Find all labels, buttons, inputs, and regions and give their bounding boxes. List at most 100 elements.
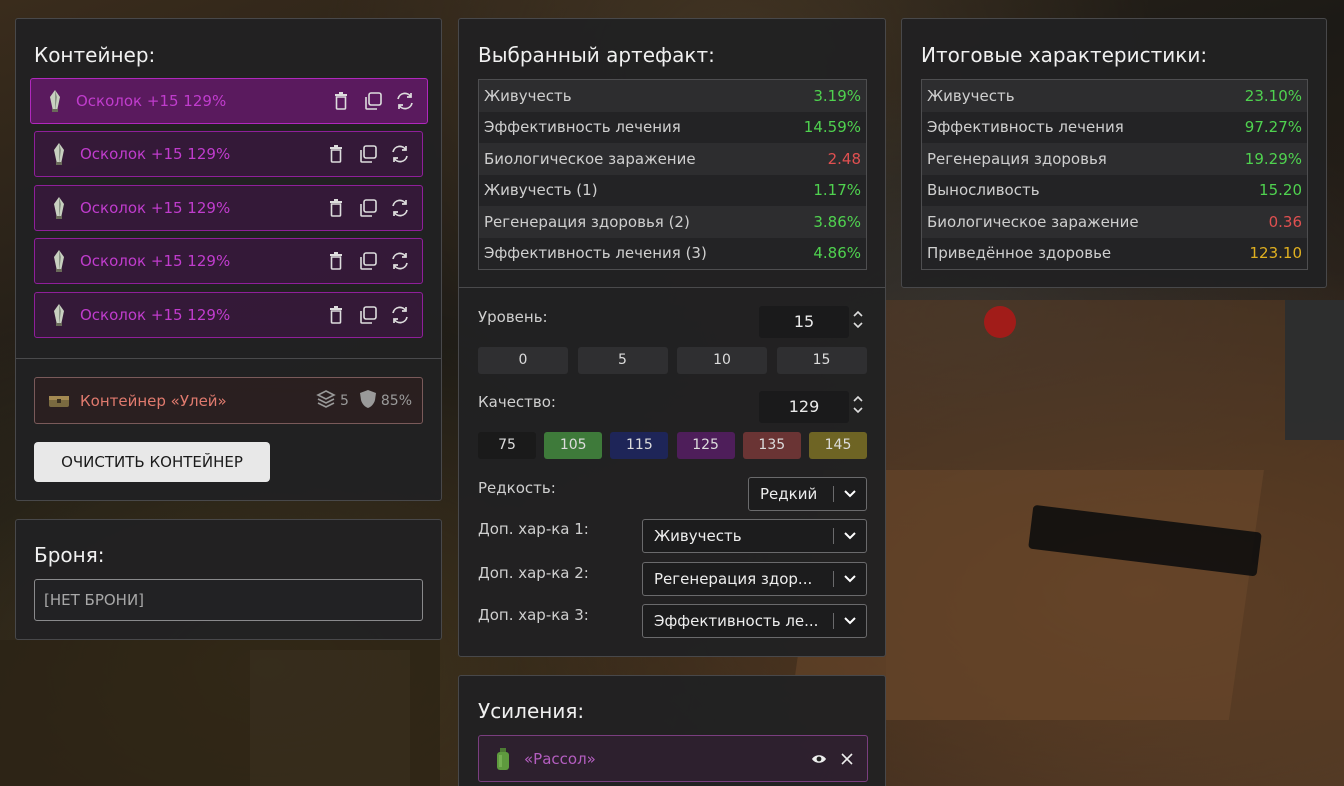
stat-value: 3.86% [779,206,866,238]
copy-icon[interactable] [361,89,385,113]
extra2-select[interactable]: Регенерация здор... [642,562,867,596]
stat-row: Живучесть 23.10% [922,80,1307,112]
shard-icon [48,249,70,273]
sync-icon[interactable] [388,196,412,220]
quality-preset-button[interactable]: 105 [544,432,603,459]
bottle-icon [492,747,514,771]
rarity-label: Редкость: [478,479,556,497]
extra1-label: Доп. хар-ка 1: [478,520,589,538]
shard-item[interactable]: Осколок +15 129% [34,238,423,285]
stat-row: Регенерация здоровья 19.29% [922,143,1307,175]
armor-title: Броня: [34,543,105,567]
shard-icon [44,89,66,113]
chevron-down-icon [834,575,866,583]
level-stepper[interactable] [852,310,866,329]
chevron-up-icon[interactable] [852,310,864,318]
stat-name: Биологическое заражение [479,143,780,175]
shard-label: Осколок +15 129% [80,198,231,217]
container-panel: Контейнер: Осколок +15 129% Осколок +15 1… [15,18,442,501]
level-preset-button[interactable]: 5 [577,347,668,374]
level-preset-button[interactable]: 15 [776,347,867,374]
level-label: Уровень: [478,308,548,326]
chevron-down-icon [834,532,866,540]
level-preset-button[interactable]: 10 [677,347,767,374]
stat-row: Эффективность лечения 14.59% [479,111,866,143]
quality-label: Качество: [478,393,556,411]
rarity-select[interactable]: Редкий [748,477,867,511]
shard-label: Осколок +15 129% [80,252,231,271]
copy-icon[interactable] [356,249,380,273]
level-input[interactable]: 15 [759,306,849,338]
sync-icon[interactable] [388,249,412,273]
copy-icon[interactable] [356,196,380,220]
shard-item[interactable]: Осколок +15 129% [34,184,423,231]
quality-preset-button[interactable]: 135 [742,432,801,459]
quality-preset-button[interactable]: 145 [809,432,867,459]
chevron-up-icon[interactable] [852,395,864,403]
shard-icon [48,196,70,220]
shard-label: Осколок +15 129% [80,145,231,163]
stat-name: Живучесть [922,80,1218,112]
stat-value: 23.10% [1217,80,1307,112]
extra3-label: Доп. хар-ка 3: [478,606,589,624]
sync-icon[interactable] [388,142,412,166]
trash-icon[interactable] [324,249,348,273]
stat-value: 15.20 [1217,174,1307,206]
stat-value: 14.59% [779,111,866,143]
totals-title: Итоговые характеристики: [921,43,1208,67]
armor-slot[interactable]: [НЕТ БРОНИ] [34,579,423,621]
artifact-title: Выбранный артефакт: [478,43,715,67]
shard-icon [48,303,70,327]
shard-actions [324,303,412,327]
shard-item[interactable]: Осколок +15 129% [30,78,428,124]
stat-value: 4.86% [779,237,866,269]
sync-icon[interactable] [388,303,412,327]
trash-icon[interactable] [324,142,348,166]
trash-icon[interactable] [324,196,348,220]
stat-value: 123.10 [1217,237,1307,269]
clear-container-button[interactable]: ОЧИСТИТЬ КОНТЕЙНЕР [34,442,270,482]
stat-value: 19.29% [1217,143,1307,175]
stat-name: Регенерация здоровья (2) [479,206,780,238]
shard-item[interactable]: Осколок +15 129% [34,292,423,339]
quality-preset-button[interactable]: 125 [676,432,735,459]
chevron-down-icon[interactable] [852,321,864,329]
hive-label: Контейнер «Улей» [80,391,227,410]
stat-name: Биологическое заражение [922,206,1218,238]
close-icon[interactable] [835,747,859,771]
container-title: Контейнер: [34,43,156,67]
stat-row: Регенерация здоровья (2) 3.86% [479,206,866,238]
shard-actions [324,249,412,273]
trash-icon[interactable] [329,89,353,113]
quality-stepper[interactable] [852,395,866,414]
stat-row: Приведённое здоровье 123.10 [922,237,1307,269]
artifact-stats-table: Живучесть 3.19% Эффективность лечения 14.59… [478,79,867,270]
stat-name: Эффективность лечения [922,111,1218,143]
extra3-select[interactable]: Эффективность ле... [642,604,867,638]
quality-input[interactable]: 129 [759,391,849,423]
chevron-down-icon[interactable] [852,406,864,414]
armor-panel: Броня: [НЕТ БРОНИ] [15,519,442,640]
stat-row: Эффективность лечения (3) 4.86% [479,237,866,269]
protection-value: 85% [359,389,412,413]
trash-icon[interactable] [324,303,348,327]
stat-row: Живучесть (1) 1.17% [479,174,866,206]
eye-icon[interactable] [807,747,831,771]
shard-item[interactable]: Осколок +15 129% [34,131,423,177]
boost-item[interactable]: «Рассол» [478,735,868,782]
chevron-down-icon [834,617,866,625]
total-stats-table: Живучесть 23.10% Эффективность лечения 97.2… [921,79,1308,270]
quality-preset-button[interactable]: 75 [478,432,536,459]
level-preset-button[interactable]: 0 [478,347,568,374]
stat-value: 3.19% [779,80,866,112]
quality-preset-button[interactable]: 115 [610,432,669,459]
sync-icon[interactable] [393,89,417,113]
divider [16,358,441,359]
hive-container-row[interactable]: Контейнер «Улей» 5 85% [34,377,423,424]
extra1-select[interactable]: Живучесть [642,519,867,553]
stat-row: Выносливость 15.20 [922,174,1307,206]
stat-name: Живучесть [479,80,780,112]
shard-label: Осколок +15 129% [76,92,227,110]
copy-icon[interactable] [356,303,380,327]
copy-icon[interactable] [356,142,380,166]
